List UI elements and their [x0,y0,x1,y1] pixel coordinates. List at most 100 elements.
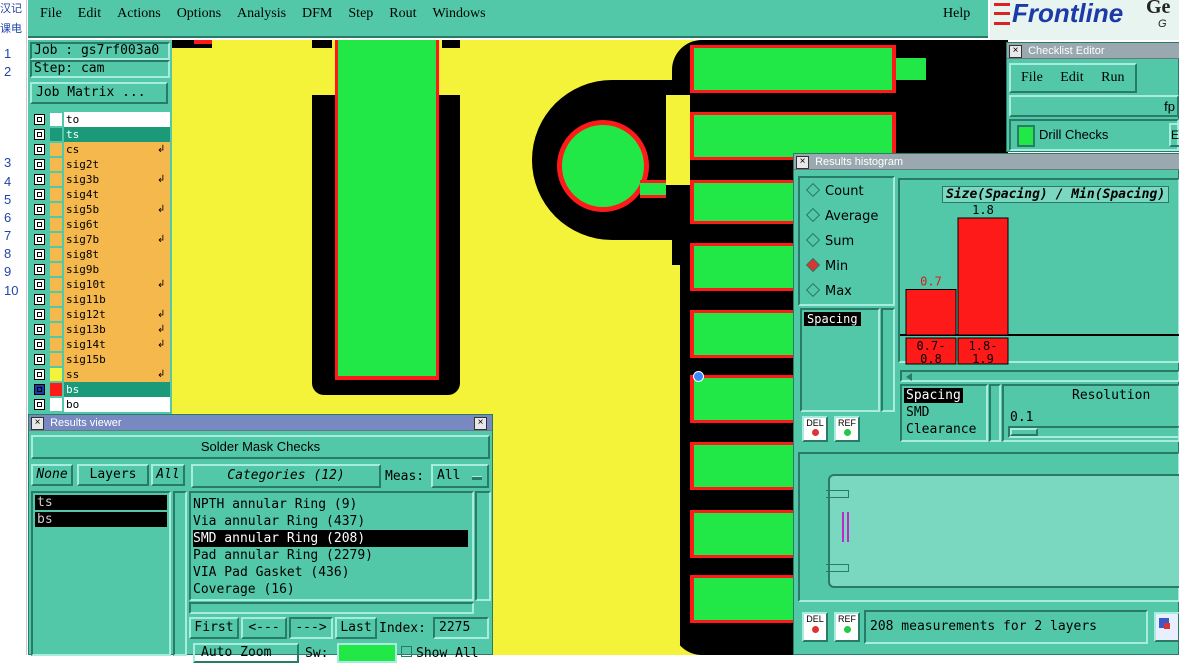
layer-checkbox[interactable] [34,309,45,320]
job-matrix-button[interactable]: Job Matrix ... [30,82,168,104]
checklist-menu-edit[interactable]: Edit [1060,70,1083,85]
menu-dfm[interactable]: DFM [302,6,332,21]
filter-item[interactable]: SMD [904,405,931,420]
layer-checkbox[interactable] [34,369,45,380]
filter-scrollbar[interactable] [989,384,1001,442]
checklist-menu-file[interactable]: File [1021,70,1043,85]
layer-checkbox[interactable] [34,384,45,395]
layer-row-bs[interactable]: bs [30,382,170,397]
menu-rout[interactable]: Rout [389,6,416,21]
menu-options[interactable]: Options [177,6,221,21]
filter-item[interactable]: Clearance [904,422,978,437]
radio-average[interactable]: Average [805,207,878,224]
footer-ref-button[interactable]: REF [834,612,860,642]
measure-list[interactable]: Spacing [800,308,880,412]
layer-checkbox[interactable] [34,249,45,260]
footer-del-button[interactable]: DEL [802,612,828,642]
index-input[interactable]: 2275 [433,617,489,639]
layer-checkbox[interactable] [34,144,45,155]
layer-checkbox[interactable] [34,129,45,140]
layers-button[interactable]: Layers [77,464,149,486]
histogram-bar[interactable] [957,217,1009,336]
resolution-slider-handle[interactable] [1010,428,1038,436]
result-layer-item[interactable]: bs [35,512,167,527]
layer-checkbox[interactable] [34,279,45,290]
prev-button[interactable]: <--- [241,617,287,639]
layer-checkbox[interactable] [34,204,45,215]
layer-row-sig3b[interactable]: sig3b ↲ [30,172,170,187]
auto-zoom-select[interactable]: Auto Zoom [193,643,299,663]
layer-row-to[interactable]: to [30,112,170,127]
close-icon[interactable]: × [796,155,809,169]
layer-row-sig14t[interactable]: sig14t ↲ [30,337,170,352]
layer-row-sig4t[interactable]: sig4t [30,187,170,202]
layer-row-sig9b[interactable]: sig9b [30,262,170,277]
category-hscrollbar[interactable] [189,602,474,614]
filter-item[interactable]: Spacing [904,388,963,403]
layer-row-sig15b[interactable]: sig15b [30,352,170,367]
layer-checkbox[interactable] [34,324,45,335]
layer-row-sig5b[interactable]: sig5b ↲ [30,202,170,217]
layer-list-scrollbar[interactable] [173,491,187,656]
del-button[interactable]: DEL [802,416,828,442]
layer-checkbox[interactable] [34,219,45,230]
menu-file[interactable]: File [40,6,62,21]
radio-max[interactable]: Max [805,282,852,299]
none-button[interactable]: None [31,464,73,486]
ref-button[interactable]: REF [834,416,860,442]
close-icon[interactable]: × [474,417,487,430]
show-all-checkbox[interactable]: Show All [401,646,479,661]
category-item[interactable]: VIA Pad Gasket (436) [193,564,472,581]
menu-step[interactable]: Step [348,6,373,21]
sw-color-select[interactable] [337,643,397,663]
layer-checkbox[interactable] [34,114,45,125]
meas-select[interactable]: All [431,464,489,488]
measure-list-item[interactable]: Spacing [804,312,861,326]
radio-min[interactable]: Min [805,257,848,274]
category-item[interactable]: Coverage (16) [193,581,472,598]
layer-checkbox[interactable] [34,294,45,305]
drill-checks-row[interactable]: Drill Checks E [1009,119,1179,151]
checklist-menu-run[interactable]: Run [1101,70,1124,85]
layer-row-sig6t[interactable]: sig6t [30,217,170,232]
categories-button[interactable]: Categories (12) [191,464,381,488]
layer-checkbox[interactable] [34,339,45,350]
menu-windows[interactable]: Windows [433,6,486,21]
layer-row-sig11b[interactable]: sig11b [30,292,170,307]
measure-list-scrollbar[interactable] [881,308,895,412]
radio-count[interactable]: Count [805,182,864,199]
layer-row-sig8t[interactable]: sig8t [30,247,170,262]
category-scrollbar[interactable] [475,491,491,601]
layer-checkbox[interactable] [34,189,45,200]
last-button[interactable]: Last [335,617,377,639]
layer-checkbox[interactable] [34,234,45,245]
layer-row-sig2t[interactable]: sig2t [30,157,170,172]
layer-checkbox[interactable] [34,174,45,185]
layer-checkbox[interactable] [34,264,45,275]
next-button[interactable]: ---> [289,617,333,639]
first-button[interactable]: First [189,617,239,639]
histogram-bar[interactable] [905,289,957,336]
filter-list[interactable]: Spacing SMD Clearance [900,384,988,442]
result-layer-item[interactable]: ts [35,495,167,510]
layer-checkbox[interactable] [34,354,45,365]
category-item[interactable]: NPTH annular Ring (9) [193,496,472,513]
close-icon[interactable]: × [31,416,44,430]
layer-checkbox[interactable] [34,399,45,410]
category-item[interactable]: SMD annular Ring (208) [193,530,468,547]
radio-sum[interactable]: Sum [805,232,854,249]
category-item[interactable]: Pad annular Ring (2279) [193,547,472,564]
menu-help[interactable]: Help [943,6,970,22]
menu-analysis[interactable]: Analysis [237,6,286,21]
category-list[interactable]: NPTH annular Ring (9) Via annular Ring (4… [189,491,474,601]
layer-row-cs[interactable]: cs ↲ [30,142,170,157]
close-icon[interactable]: × [1009,44,1022,58]
all-button[interactable]: All [151,464,185,486]
layer-result-list[interactable]: ts bs [31,491,171,656]
category-item[interactable]: Via annular Ring (437) [193,513,472,530]
layer-row-sig7b[interactable]: sig7b ↲ [30,232,170,247]
resolution-slider[interactable] [1008,426,1179,438]
menu-edit[interactable]: Edit [78,6,101,21]
layer-row-bo[interactable]: bo [30,397,170,412]
layer-row-sig10t[interactable]: sig10t ↲ [30,277,170,292]
